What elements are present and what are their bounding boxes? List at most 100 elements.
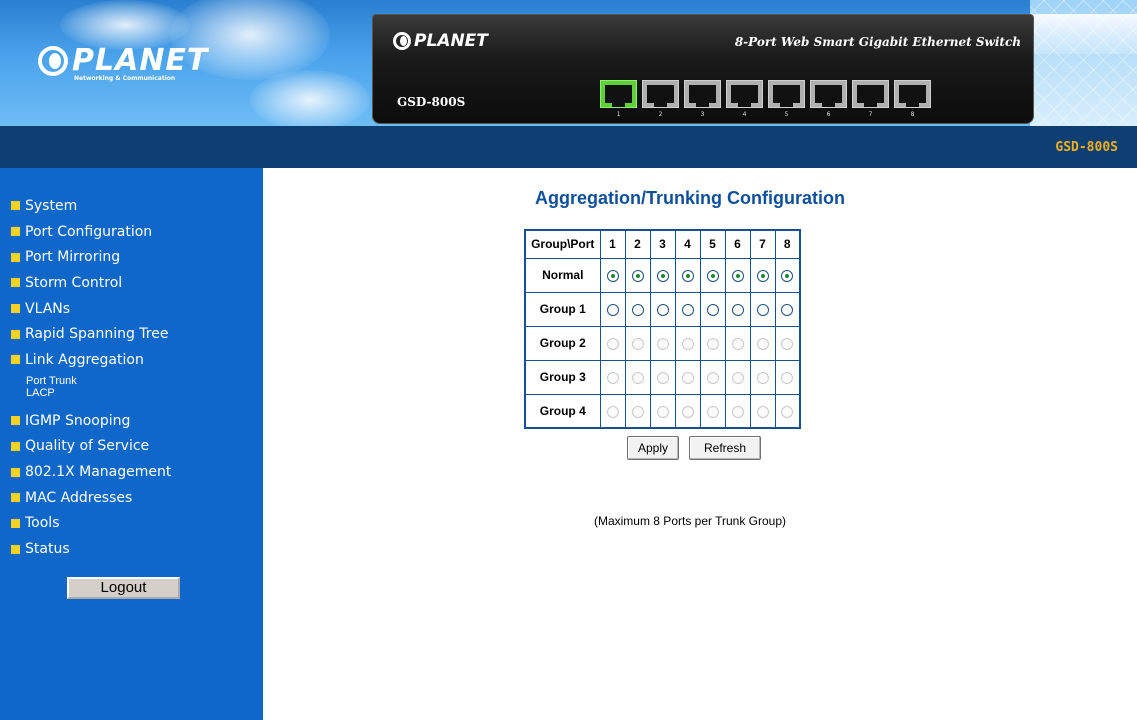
trunk-radio-port-4[interactable] [681, 269, 694, 282]
sidebar-item-igmp-snooping[interactable]: IGMP Snooping [0, 408, 263, 434]
trunk-radio-port-1[interactable] [606, 269, 619, 282]
trunk-radio-port-8[interactable] [781, 269, 794, 282]
radio-cell [674, 325, 701, 361]
submenu-item-port-trunk[interactable]: Port Trunk [26, 375, 263, 387]
rj45-jack-icon [810, 80, 847, 108]
trunk-radio-port-6[interactable] [731, 303, 744, 316]
sidebar-item-quality-of-service[interactable]: Quality of Service [0, 434, 263, 460]
trunk-radio-port-8[interactable] [781, 303, 794, 316]
trunk-radio-port-3[interactable] [656, 269, 669, 282]
rj45-jack-icon [894, 80, 931, 108]
sidebar-item-802-1x-management[interactable]: 802.1X Management [0, 459, 263, 485]
sidebar-item-port-mirroring[interactable]: Port Mirroring [0, 244, 263, 270]
radio-cell [724, 325, 751, 361]
trunk-radio-port-6[interactable] [731, 269, 744, 282]
square-bullet-icon [11, 544, 20, 554]
device-title: 8-Port Web Smart Gigabit Ethernet Switch [734, 35, 1021, 49]
sidebar-item-port-configuration[interactable]: Port Configuration [0, 219, 263, 245]
sidebar-item-mac-addresses[interactable]: MAC Addresses [0, 485, 263, 511]
trunk-radio-port-7[interactable] [756, 269, 769, 282]
square-bullet-icon [11, 227, 20, 237]
trunk-radio-port-1 [606, 371, 619, 384]
sidebar-item-label: Storm Control [25, 274, 123, 291]
page-title: Aggregation/Trunking Configuration [535, 188, 845, 208]
trunk-radio-port-2 [631, 371, 644, 384]
radio-cell [699, 393, 726, 429]
trunk-radio-port-3 [656, 337, 669, 350]
trunk-radio-port-1 [606, 337, 619, 350]
sidebar-item-system[interactable]: System [0, 193, 263, 219]
radio-cell [599, 359, 626, 395]
main-content: Aggregation/Trunking Configuration Group… [263, 168, 1137, 720]
sidebar-item-label: 802.1X Management [25, 464, 172, 481]
sidebar-item-label: Rapid Spanning Tree [25, 326, 169, 343]
trunk-radio-port-2[interactable] [631, 269, 644, 282]
planet-logo-icon [38, 46, 68, 76]
port-header: 5 [699, 229, 726, 259]
radio-cell [749, 325, 776, 361]
device-brand: PLANET [414, 31, 488, 51]
square-bullet-icon [11, 252, 20, 262]
radio-cell [674, 359, 701, 395]
port-3-icon: 3 [684, 80, 721, 122]
port-header: 7 [749, 229, 776, 259]
trunk-radio-port-7 [756, 371, 769, 384]
radio-cell [699, 257, 726, 293]
sidebar-item-rapid-spanning-tree[interactable]: Rapid Spanning Tree [0, 321, 263, 347]
trunk-radio-port-7[interactable] [756, 303, 769, 316]
radio-cell [749, 291, 776, 327]
sidebar-item-label: VLANs [25, 300, 71, 317]
sidebar-item-vlans[interactable]: VLANs [0, 296, 263, 322]
light-decoration [1030, 14, 1137, 54]
trunk-radio-port-4 [681, 371, 694, 384]
port-header: 6 [724, 229, 751, 259]
trunk-radio-port-5[interactable] [706, 303, 719, 316]
radio-cell [674, 257, 701, 293]
sidebar-item-storm-control[interactable]: Storm Control [0, 270, 263, 296]
apply-button[interactable]: Apply [627, 436, 679, 460]
trunk-radio-port-4[interactable] [681, 303, 694, 316]
trunk-radio-port-2[interactable] [631, 303, 644, 316]
radio-cell [749, 359, 776, 395]
refresh-button[interactable]: Refresh [689, 436, 761, 460]
device-logo: PLANET [393, 31, 488, 51]
sidebar-item-status[interactable]: Status [0, 536, 263, 562]
port-number: 3 [700, 111, 705, 118]
row-label: Normal [524, 257, 601, 293]
port-header: 1 [599, 229, 626, 259]
cloud-decoration [250, 70, 370, 126]
row-label: Group 3 [524, 359, 601, 395]
radio-cell [624, 393, 651, 429]
header-banner: PLANET Networking & Communication PLANET… [0, 0, 1137, 126]
port-number: 8 [910, 111, 915, 118]
submenu-item-lacp[interactable]: LACP [26, 387, 263, 399]
sidebar-item-tools[interactable]: Tools [0, 511, 263, 537]
trunk-radio-port-1 [606, 405, 619, 418]
sidebar: System Port Configuration Port Mirroring St… [0, 168, 263, 720]
square-bullet-icon [11, 441, 20, 451]
trunk-radio-port-6 [731, 337, 744, 350]
radio-cell [699, 325, 726, 361]
rj45-jack-icon [726, 80, 763, 108]
sidebar-item-link-aggregation[interactable]: Link Aggregation [0, 347, 263, 373]
radio-cell [624, 291, 651, 327]
sidebar-item-label: MAC Addresses [25, 489, 133, 506]
sidebar-item-label: IGMP Snooping [25, 412, 131, 429]
radio-cell [749, 257, 776, 293]
logout-button[interactable]: Logout [67, 576, 180, 599]
rj45-jack-icon [852, 80, 889, 108]
port-number: 5 [784, 111, 789, 118]
port-1-icon: 1 [600, 80, 637, 122]
port-5-icon: 5 [768, 80, 805, 122]
trunk-radio-port-3[interactable] [656, 303, 669, 316]
trunk-radio-port-3 [656, 405, 669, 418]
radio-cell [774, 325, 801, 361]
table-row: Group 3 [524, 359, 801, 395]
radio-cell [774, 359, 801, 395]
model-label: GSD-800S [1055, 140, 1118, 155]
port-header: 8 [774, 229, 801, 259]
trunk-radio-port-5[interactable] [706, 269, 719, 282]
square-bullet-icon [11, 416, 20, 426]
trunk-radio-port-1[interactable] [606, 303, 619, 316]
device-panel: PLANET GSD-800S 8-Port Web Smart Gigabit… [372, 14, 1034, 124]
